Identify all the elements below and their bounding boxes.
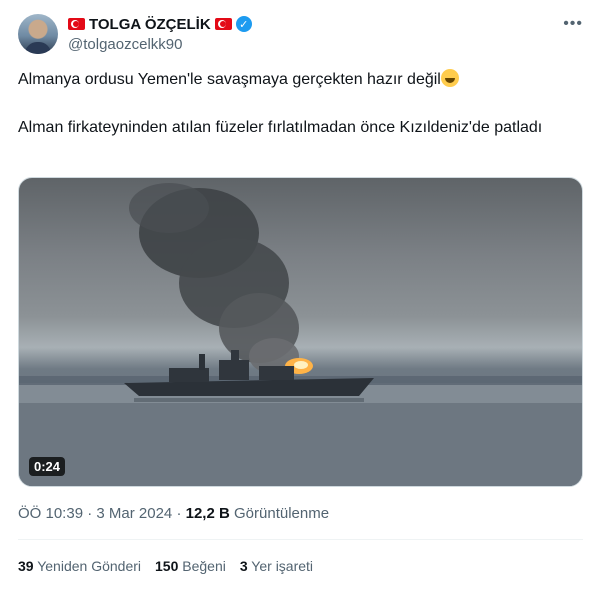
- avatar[interactable]: [18, 14, 58, 54]
- author-name[interactable]: TOLGA ÖZÇELİK: [89, 16, 211, 33]
- more-options-icon[interactable]: •••: [563, 16, 583, 32]
- video-duration: 0:24: [29, 457, 66, 476]
- divider: [18, 539, 583, 540]
- tweet-line-1: Almanya ordusu Yemen'le savaşmaya gerçek…: [18, 71, 441, 88]
- views-label: Görüntülenme: [234, 505, 330, 522]
- tweet-meta: ÖÖ 10:39 · 3 Mar 2024 · 12,2 B Görüntüle…: [18, 505, 330, 522]
- turkey-flag-icon: [214, 18, 232, 30]
- tweet-date[interactable]: 3 Mar 2024: [96, 505, 172, 522]
- author-info: TOLGA ÖZÇELİK ✓ @tolgaozcelkk90: [68, 14, 252, 53]
- video-frame: [19, 183, 582, 486]
- turkey-flag-icon: [68, 18, 85, 30]
- engagement-stats: 39 Yeniden Gönderi 150 Beğeni 3 Yer işar…: [18, 558, 313, 574]
- verified-badge-icon[interactable]: ✓: [235, 16, 252, 32]
- video-player[interactable]: 0:24: [18, 177, 583, 487]
- tweet-line-2: Alman firkateyninden atılan füzeler fırl…: [18, 119, 543, 136]
- likes-stat[interactable]: 150 Beğeni: [155, 558, 226, 574]
- bookmarks-stat[interactable]: 3 Yer işareti: [240, 558, 313, 574]
- tweet-time[interactable]: ÖÖ 10:39: [18, 505, 83, 522]
- reposts-stat[interactable]: 39 Yeniden Gönderi: [18, 558, 141, 574]
- author-handle[interactable]: @tolgaozcelkk90: [68, 36, 252, 53]
- rolling-on-floor-laughing-emoji: [440, 69, 459, 87]
- views-count: 12,2 B: [185, 505, 230, 522]
- tweet: TOLGA ÖZÇELİK ✓ @tolgaozcelkk90 ••• Alma…: [0, 0, 601, 590]
- tweet-text: Almanya ordusu Yemen'le savaşmaya gerçek…: [18, 68, 578, 140]
